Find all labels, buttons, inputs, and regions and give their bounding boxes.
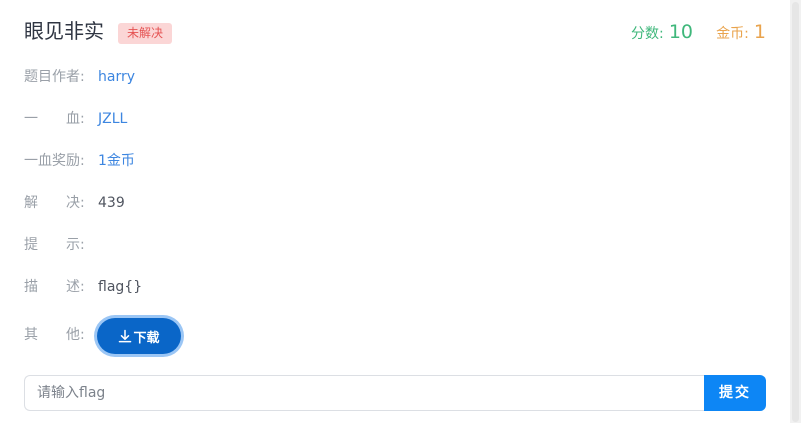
description-value: flag{} [98, 279, 143, 295]
scrollbar-thumb[interactable] [792, 2, 799, 422]
submit-button[interactable]: 提交 [704, 375, 766, 411]
coin-display: 金币: 1 [716, 21, 766, 43]
first-blood-row: 一 血: JZLL [24, 108, 127, 130]
author-link[interactable]: harry [98, 69, 135, 85]
author-label: 题目作者: [24, 69, 85, 85]
score-label: 分数: [631, 26, 664, 42]
other-row: 其 他: [24, 324, 98, 346]
first-blood-reward-row: 一血奖励: 1金币 [24, 150, 135, 172]
first-blood-label: 一 血: [24, 111, 85, 127]
score-display: 分数: 10 [631, 21, 693, 43]
challenge-detail-page: 眼见非实 未解决 分数: 10 金币: 1 题目作者: harry 一 血: JZL… [0, 0, 801, 423]
hint-row: 提 示: [24, 234, 98, 256]
download-icon [119, 329, 132, 343]
score-value: 10 [668, 21, 693, 43]
first-blood-reward-value: 1金币 [98, 153, 135, 169]
download-button-label: 下载 [133, 330, 160, 346]
download-button[interactable]: 下载 [97, 318, 181, 354]
solves-row: 解 决: 439 [24, 192, 125, 214]
first-blood-reward-label: 一血奖励: [24, 153, 85, 169]
author-row: 题目作者: harry [24, 66, 135, 88]
solves-value: 439 [98, 195, 125, 211]
flag-input[interactable] [24, 375, 704, 411]
challenge-title: 眼见非实 [24, 19, 104, 43]
hint-label: 提 示: [24, 237, 85, 253]
coin-label: 金币: [716, 26, 749, 42]
first-blood-link[interactable]: JZLL [98, 111, 127, 127]
scrollbar-track[interactable] [790, 0, 801, 423]
coin-value: 1 [753, 21, 766, 43]
other-label: 其 他: [24, 327, 85, 343]
description-row: 描 述: flag{} [24, 276, 142, 298]
description-label: 描 述: [24, 279, 85, 295]
solves-label: 解 决: [24, 195, 85, 211]
status-badge: 未解决 [118, 23, 173, 44]
